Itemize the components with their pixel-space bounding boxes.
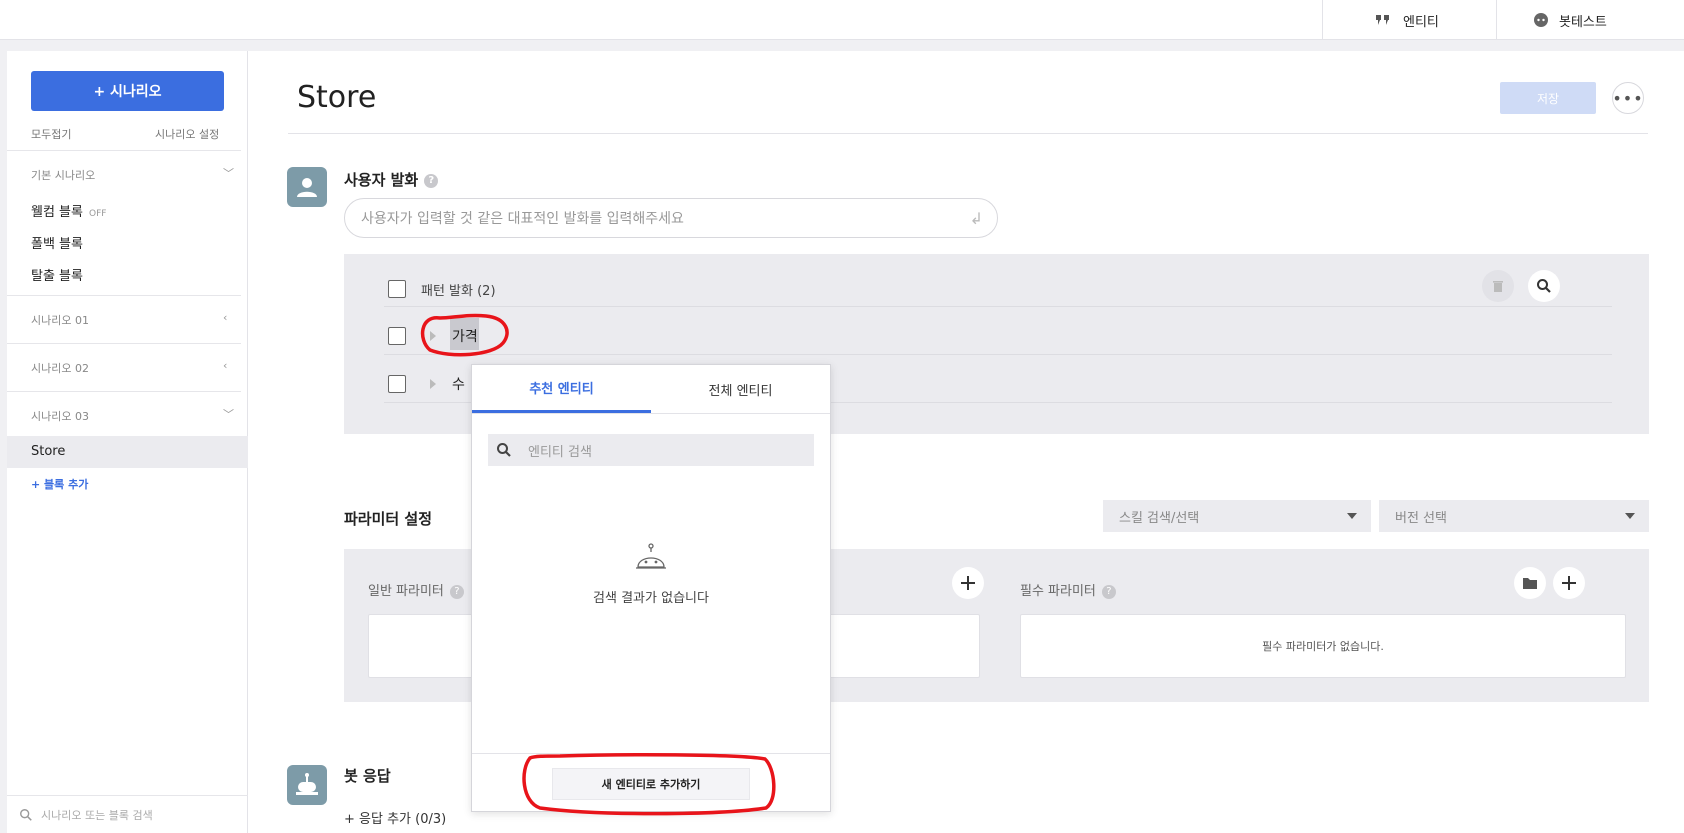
folder-button[interactable] bbox=[1514, 567, 1546, 599]
version-select-dropdown[interactable]: 버전 선택 bbox=[1379, 500, 1649, 532]
robot-icon bbox=[636, 543, 666, 569]
folder-icon bbox=[1523, 578, 1537, 589]
help-icon[interactable]: ? bbox=[424, 173, 439, 188]
plus-icon bbox=[961, 576, 975, 590]
bot-avatar-icon bbox=[287, 765, 327, 805]
bottest-menu[interactable]: 봇테스트 bbox=[1496, 0, 1684, 40]
enter-icon[interactable]: ↲ bbox=[970, 209, 983, 228]
expand-icon[interactable] bbox=[430, 331, 436, 341]
search-icon bbox=[497, 443, 511, 457]
divider bbox=[384, 306, 1612, 307]
add-new-entity-button[interactable]: 새 엔티티로 추가하기 bbox=[552, 768, 750, 800]
divider bbox=[288, 133, 1648, 134]
bot-chat-icon bbox=[1534, 13, 1548, 27]
expand-icon[interactable] bbox=[430, 379, 436, 389]
sidebar-item-label: Store bbox=[31, 444, 66, 459]
sidebar-search[interactable]: 시나리오 또는 블록 검색 bbox=[7, 795, 248, 833]
help-icon[interactable]: ? bbox=[449, 584, 464, 599]
caret-down-icon bbox=[1347, 513, 1357, 519]
add-scenario-button[interactable]: + 시나리오 bbox=[31, 71, 224, 111]
entity-popup: 추천 엔티티 전체 엔티티 엔티티 검색 검색 결과가 없습니다 새 엔티티로 … bbox=[471, 364, 831, 812]
entity-search-placeholder: 엔티티 검색 bbox=[528, 444, 592, 460]
row-checkbox[interactable] bbox=[388, 375, 406, 393]
more-options-button[interactable]: ••• bbox=[1612, 82, 1644, 114]
trash-icon bbox=[1493, 281, 1503, 292]
section-title-text: 사용자 발화 bbox=[344, 171, 419, 189]
sidebar-search-placeholder: 시나리오 또는 블록 검색 bbox=[41, 808, 153, 822]
chevron-left-icon[interactable]: ‹ bbox=[223, 359, 227, 372]
entity-search-input[interactable]: 엔티티 검색 bbox=[488, 434, 814, 466]
plus-icon bbox=[1562, 576, 1576, 590]
off-badge: OFF bbox=[88, 209, 107, 219]
skill-select-dropdown[interactable]: 스킬 검색/선택 bbox=[1103, 500, 1371, 532]
divider bbox=[384, 354, 1612, 355]
divider bbox=[472, 413, 830, 414]
scenario-sidebar: + 시나리오 모두접기 시나리오 설정 기본 시나리오 ﹀ 웰컴 블록 OFF 폴… bbox=[7, 51, 248, 833]
search-button[interactable] bbox=[1528, 270, 1560, 302]
divider bbox=[7, 391, 241, 392]
tab-all-entity[interactable]: 전체 엔티티 bbox=[651, 365, 830, 413]
top-bar: 엔티티 봇테스트 bbox=[0, 0, 1684, 40]
add-required-param-button[interactable] bbox=[1553, 567, 1585, 599]
scenario-group-03[interactable]: 시나리오 03 bbox=[31, 408, 89, 424]
trash-button[interactable] bbox=[1482, 270, 1514, 302]
pattern-header: 패턴 발화 (2) bbox=[421, 284, 496, 299]
divider bbox=[7, 343, 241, 344]
sidebar-item-welcome[interactable]: 웰컴 블록 OFF bbox=[31, 201, 106, 220]
help-icon[interactable]: ? bbox=[1101, 584, 1116, 599]
utterance-row-text[interactable]: 수 bbox=[452, 374, 465, 394]
divider bbox=[7, 150, 241, 151]
search-icon bbox=[20, 808, 32, 821]
block-editor: Store 저장 ••• 사용자 발화? 사용자가 입력할 것 같은 대표적인 … bbox=[248, 51, 1684, 833]
bottest-menu-label: 봇테스트 bbox=[1559, 14, 1607, 30]
chevron-down-icon[interactable]: ﹀ bbox=[223, 406, 234, 422]
divider bbox=[472, 753, 830, 754]
page-title: Store bbox=[297, 80, 377, 115]
empty-result-message: 검색 결과가 없습니다 bbox=[593, 591, 709, 606]
quote-icon bbox=[1376, 15, 1389, 25]
chevron-left-icon[interactable]: ‹ bbox=[223, 311, 227, 324]
collapse-all-link[interactable]: 모두접기 bbox=[31, 126, 71, 142]
scenario-group-01[interactable]: 시나리오 01 bbox=[31, 312, 89, 328]
sidebar-item-store[interactable]: Store bbox=[7, 436, 248, 468]
divider bbox=[7, 295, 241, 296]
user-avatar-icon bbox=[287, 167, 327, 207]
utterance-input[interactable]: 사용자가 입력할 것 같은 대표적인 발화를 입력해주세요 ↲ bbox=[344, 198, 998, 238]
sidebar-item-label: 웰컴 블록 bbox=[31, 205, 83, 220]
chevron-down-icon[interactable]: ﹀ bbox=[223, 165, 234, 181]
add-response-link[interactable]: + 응답 추가 (0/3) bbox=[344, 808, 446, 827]
bot-response-title: 봇 응답 bbox=[344, 767, 391, 785]
tab-recommended-entity[interactable]: 추천 엔티티 bbox=[472, 365, 651, 413]
save-button[interactable]: 저장 bbox=[1500, 82, 1596, 114]
scenario-group-02[interactable]: 시나리오 02 bbox=[31, 360, 89, 376]
utterance-row-text[interactable]: 가격 bbox=[452, 326, 478, 346]
search-icon bbox=[1537, 279, 1551, 293]
caret-down-icon bbox=[1625, 513, 1635, 519]
select-all-checkbox[interactable] bbox=[388, 280, 406, 298]
param-label-text: 필수 파라미터 bbox=[1020, 584, 1096, 599]
sidebar-item-exit[interactable]: 탈출 블록 bbox=[31, 265, 83, 284]
param-label-text: 일반 파라미터 bbox=[368, 584, 444, 599]
add-general-param-button[interactable] bbox=[952, 567, 984, 599]
entity-menu-label: 엔티티 bbox=[1403, 14, 1439, 30]
user-utterance-title: 사용자 발화? bbox=[344, 169, 439, 190]
required-param-list: 필수 파라미터가 없습니다. bbox=[1020, 614, 1626, 678]
parameter-settings-title: 파라미터 설정 bbox=[344, 510, 433, 528]
scenario-settings-link[interactable]: 시나리오 설정 bbox=[155, 126, 219, 142]
sidebar-item-fallback[interactable]: 폴백 블록 bbox=[31, 233, 83, 252]
add-block-link[interactable]: + 블록 추가 bbox=[31, 476, 88, 492]
entity-menu[interactable]: 엔티티 bbox=[1322, 0, 1496, 40]
general-param-label: 일반 파라미터? bbox=[368, 580, 464, 599]
version-select-label: 버전 선택 bbox=[1395, 510, 1447, 526]
row-checkbox[interactable] bbox=[388, 327, 406, 345]
utterance-placeholder: 사용자가 입력할 것 같은 대표적인 발화를 입력해주세요 bbox=[361, 211, 684, 227]
required-param-label: 필수 파라미터? bbox=[1020, 580, 1116, 599]
scenario-group-default[interactable]: 기본 시나리오 bbox=[31, 167, 95, 183]
skill-select-label: 스킬 검색/선택 bbox=[1119, 510, 1200, 526]
